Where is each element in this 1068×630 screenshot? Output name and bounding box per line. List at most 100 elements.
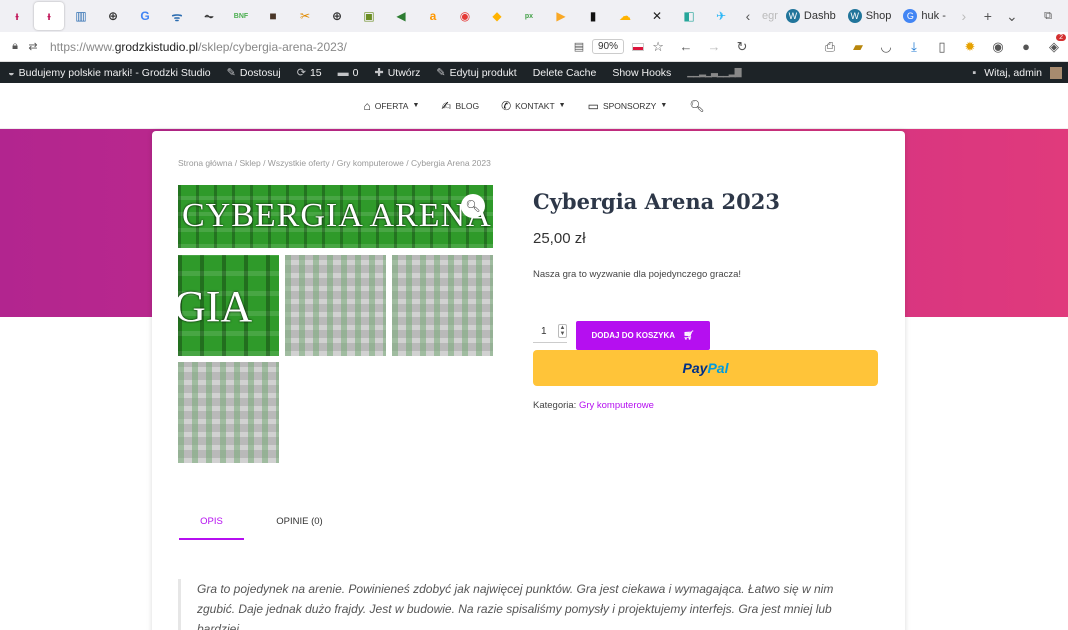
add-to-cart-button[interactable]: DODAJ DO KOSZYKA 🛒︎ <box>576 321 710 350</box>
url-field[interactable]: https://www.grodzkistudio.pl/sklep/cyber… <box>50 40 570 54</box>
admin-comments[interactable]: ▬ 0 <box>330 67 367 79</box>
product-description: Gra to pojedynek na arenie. Powinieneś z… <box>178 579 868 630</box>
admin-site-name[interactable]: ◒ Budujemy polskie marki! - Grodzki Studi… <box>0 67 219 79</box>
paypal-button[interactable]: Pay Pal <box>533 350 878 386</box>
wifi-icon[interactable]: ᯤ <box>162 2 192 30</box>
browser-tab[interactable]: Ghuk - <box>897 2 951 30</box>
waveform-icon[interactable]: ⏦ <box>194 2 224 30</box>
browser-tab[interactable]: W Shop <box>842 2 898 30</box>
cube-icon[interactable]: ◧ <box>674 2 704 30</box>
site-header-nav: ⌂ OFERTA ▼ ✍ BLOG ✆ KONTAKT ▼ ▭ SPONSORZY ▼ 🔍︎ <box>0 83 1068 129</box>
bookmark-star-icon[interactable]: ☆ <box>644 39 672 55</box>
x-icon[interactable]: ✕ <box>642 2 672 30</box>
extension-gear-icon[interactable]: ✹ <box>956 39 984 55</box>
extensions-puzzle-icon[interactable]: ◈ 2 <box>1040 33 1068 55</box>
nav-oferta[interactable]: ⌂ OFERTA ▼ <box>364 99 420 113</box>
dashboard-icon: ◒ <box>8 66 15 79</box>
query-monitor-sparkline-icon[interactable]: ▁▁▂▁▃▁▁▂▇ <box>679 67 748 78</box>
zoom-level-button[interactable]: 90% <box>592 39 625 54</box>
play-icon[interactable]: ▶ <box>546 2 576 30</box>
admin-delete-cache[interactable]: Delete Cache <box>525 67 605 79</box>
book-icon[interactable]: ▮ <box>578 2 608 30</box>
shield-icon[interactable]: ◆ <box>482 2 512 30</box>
nav-blog[interactable]: ✍ BLOG <box>441 99 479 113</box>
new-tab-icon[interactable]: + <box>976 8 1000 24</box>
wp-pink-icon[interactable]: ᵻ <box>34 2 64 30</box>
lock-icon[interactable]: 🔒︎ <box>6 40 24 53</box>
browser-toolbar: 🔒︎ ⇄ https://www.grodzkistudio.pl/sklep/… <box>0 32 1068 62</box>
product-main-image[interactable]: CYBERGIA ARENA 🔍︎ <box>178 185 493 248</box>
product-short-description: Nasza gra to wyzwanie dla pojedynczego g… <box>533 269 742 280</box>
globe-icon[interactable]: ⊕ <box>322 2 352 30</box>
breadcrumb-home[interactable]: Strona główna <box>178 158 232 168</box>
forward-arrow-icon[interactable]: → <box>700 39 728 54</box>
zoom-icon[interactable]: 🔍︎ <box>461 194 485 218</box>
main-image-text: CYBERGIA ARENA <box>182 197 492 234</box>
pocket-icon[interactable]: ◡ <box>872 39 900 55</box>
breadcrumb-current: Cybergia Arena 2023 <box>410 158 491 168</box>
list-tabs-icon[interactable]: ⌄ <box>1000 8 1024 25</box>
gallery-thumb-2[interactable] <box>285 255 386 356</box>
reader-mode-icon[interactable]: ▤ <box>570 40 588 53</box>
quantity-input[interactable]: 1 ▲ ▼ <box>533 321 567 343</box>
window-restore-icon[interactable]: ⧉ <box>1036 10 1060 23</box>
breadcrumb-shop[interactable]: Sklep <box>239 158 260 168</box>
browser-tab[interactable]: W Dashb <box>780 2 842 30</box>
px-icon[interactable]: px <box>514 2 544 30</box>
wordpress-icon: W <box>785 9 800 23</box>
tab-opinie[interactable]: OPINIE (0) <box>262 516 337 540</box>
category-link[interactable]: Gry komputerowe <box>579 400 654 411</box>
extension-icon[interactable]: ▰ <box>844 39 872 55</box>
nav-sponsorzy[interactable]: ▭ SPONSORZY ▼ <box>588 99 668 113</box>
gallery-thumb-1[interactable]: GIA <box>178 255 279 356</box>
scissors-icon[interactable]: ✂ <box>290 2 320 30</box>
reload-icon[interactable]: ↻ <box>728 39 756 55</box>
avatar[interactable] <box>1050 66 1062 79</box>
nav-kontakt[interactable]: ✆ KONTAKT ▼ <box>501 99 566 113</box>
thumb-image-text: GIA <box>178 282 253 331</box>
wp-pink-icon[interactable]: ᵻ <box>2 2 32 30</box>
admin-new[interactable]: ✚ Utwórz <box>366 66 428 80</box>
browser-tab-label: huk - <box>921 10 946 22</box>
notes-icon[interactable]: ▪ <box>972 67 976 79</box>
search-button[interactable]: 🔍︎ <box>689 99 704 113</box>
image-icon[interactable]: ▣ <box>354 2 384 30</box>
site-settings-icon[interactable]: ⇄ <box>24 40 42 53</box>
back-arrow-icon[interactable]: ← <box>672 39 700 54</box>
wordpress-icon: W <box>847 9 862 23</box>
tab-scroll-right-icon[interactable]: › <box>952 8 976 24</box>
barcode-icon[interactable]: ▥ <box>66 2 96 30</box>
letter-a-icon[interactable]: a <box>418 2 448 30</box>
tab-opis[interactable]: OPIS <box>179 516 244 540</box>
square-dark-icon[interactable]: ■ <box>258 2 288 30</box>
breadcrumb-category[interactable]: Gry komputerowe <box>337 158 404 168</box>
product-price: 25,00 zł <box>533 230 586 247</box>
eye-icon[interactable]: ◉ <box>984 39 1012 55</box>
quantity-stepper[interactable]: ▲ ▼ <box>558 324 567 338</box>
arrow-green-icon[interactable]: ◀ <box>386 2 416 30</box>
gallery-thumb-3[interactable] <box>392 255 493 356</box>
tab-partial-label[interactable]: egr <box>760 2 780 30</box>
breadcrumb-all[interactable]: Wszystkie oferty <box>268 158 330 168</box>
bnf-icon[interactable]: BNF <box>226 2 256 30</box>
print-icon[interactable]: ⎙ <box>816 39 844 55</box>
language-flag-icon[interactable] <box>632 42 645 51</box>
home-icon: ⌂ <box>363 98 371 113</box>
google-icon[interactable]: G <box>130 2 160 30</box>
red-circle-icon[interactable]: ◉ <box>450 2 480 30</box>
admin-greeting[interactable]: Witaj, admin <box>984 67 1042 79</box>
updates-icon: ⟳ <box>296 67 306 79</box>
gallery-thumb-4[interactable] <box>178 362 279 463</box>
bird-icon[interactable]: ✈ <box>706 2 736 30</box>
cloud-icon[interactable]: ☁ <box>610 2 640 30</box>
profile-icon[interactable]: ● <box>1012 39 1040 54</box>
download-icon[interactable]: ⤓ <box>900 39 928 55</box>
globe-icon[interactable]: ⊕ <box>98 2 128 30</box>
admin-customize[interactable]: ✎ Dostosuj <box>219 66 289 80</box>
sidebar-icon[interactable]: ▯ <box>928 39 956 55</box>
admin-updates[interactable]: ⟳ 15 <box>289 66 330 80</box>
tab-scroll-left-icon[interactable]: ‹ <box>736 8 760 24</box>
admin-edit-product[interactable]: ✎ Edytuj produkt <box>428 66 524 80</box>
admin-show-hooks[interactable]: Show Hooks <box>604 67 679 79</box>
plus-icon: ✚ <box>374 67 384 79</box>
